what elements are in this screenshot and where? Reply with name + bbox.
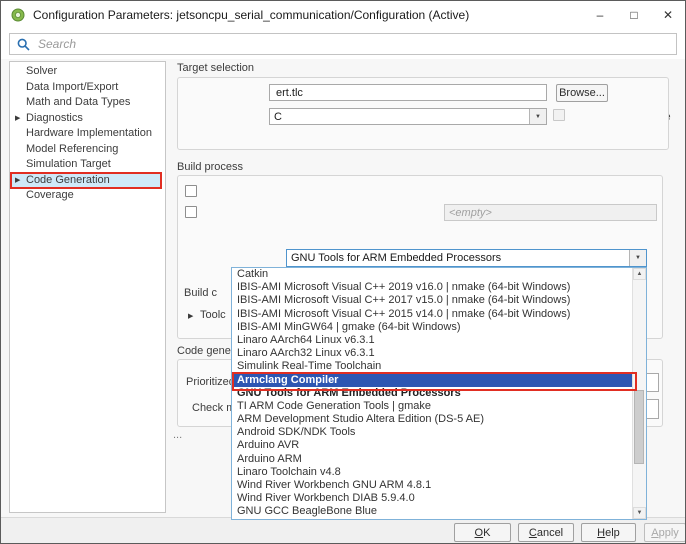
toolchain-option[interactable]: Armclang Compiler	[232, 373, 633, 387]
search-bar	[9, 33, 677, 55]
minimize-button[interactable]: –	[583, 1, 617, 29]
scroll-down-icon[interactable]: ▼	[633, 507, 646, 519]
maximize-button[interactable]: □	[617, 1, 651, 29]
toolchain-option[interactable]: Linaro AArch32 Linux v6.3.1	[232, 347, 633, 360]
sidebar-item-label: Code Generation	[26, 173, 110, 186]
toolchain-details-arrow-icon[interactable]: ▶	[188, 312, 193, 320]
toolchain-option[interactable]: Wind River Workbench GNU ARM 4.8.1	[232, 479, 633, 492]
search-input[interactable]	[36, 36, 676, 52]
sidebar-item-code-generation[interactable]: ▶ Code Generation	[10, 171, 162, 189]
scroll-up-icon[interactable]: ▲	[633, 268, 646, 280]
toolchain-option[interactable]: Arduino ARM	[232, 453, 633, 466]
zip-file-name-placeholder: <empty>	[449, 206, 492, 219]
toolchain-dropdown-items: Catkin IBIS-AMI Microsoft Visual C++ 2019…	[232, 268, 633, 519]
toolchain-option[interactable]: IBIS-AMI MinGW64 | gmake (64-bit Windows…	[232, 321, 633, 334]
sidebar-item-math-and-data-types[interactable]: Math and Data Types	[11, 95, 161, 111]
toolchain-option[interactable]: Linaro Toolchain v4.8	[232, 466, 633, 479]
generate-code-only-checkbox[interactable]	[185, 185, 197, 197]
window-title: Configuration Parameters: jetsoncpu_seri…	[33, 8, 470, 22]
target-selection-title: Target selection	[177, 62, 255, 74]
sidebar-item-label: Simulation Target	[26, 158, 111, 170]
toolchain-option[interactable]: Android SDK/NDK Tools	[232, 426, 633, 439]
toolchain-dropdown-list: Catkin IBIS-AMI Microsoft Visual C++ 2019…	[231, 267, 647, 520]
configuration-parameters-dialog: Configuration Parameters: jetsoncpu_seri…	[0, 0, 686, 544]
ellipsis-text: ...	[173, 429, 183, 441]
sidebar-item-label: Model Referencing	[26, 142, 119, 155]
tree-arrow-icon: ▶	[15, 114, 21, 122]
toolchain-option[interactable]: Linaro AArch64 Linux v6.3.1	[232, 334, 633, 347]
code-generation-section-label-partial: Code gener	[177, 345, 235, 357]
toolchain-details-label-partial: Toolc	[200, 309, 226, 321]
sidebar-item-coverage[interactable]: Coverage	[11, 188, 161, 204]
toolchain-option[interactable]: ARM Development Studio Altera Edition (D…	[232, 413, 633, 426]
check-model-label-partial: Check m	[192, 402, 236, 414]
close-button[interactable]: ✕	[651, 1, 685, 29]
sidebar-item-simulation-target[interactable]: Simulation Target	[11, 157, 161, 173]
toolchain-option[interactable]: Wind River Workbench DIAB 5.9.4.0	[232, 492, 633, 505]
sidebar-item-label: Diagnostics	[26, 111, 83, 124]
toolchain-option[interactable]: TI ARM Code Generation Tools | gmake	[232, 400, 633, 413]
toolchain-option[interactable]: Simulink Real-Time Toolchain	[232, 360, 633, 373]
browse-button[interactable]: Browse...	[556, 84, 608, 102]
sidebar-item-model-referencing[interactable]: Model Referencing	[11, 142, 161, 158]
sidebar-item-solver[interactable]: Solver	[11, 64, 161, 80]
toolchain-value: GNU Tools for ARM Embedded Processors	[291, 252, 502, 264]
toolchain-option[interactable]: IBIS-AMI Microsoft Visual C++ 2019 v16.0…	[232, 281, 633, 294]
sidebar-item-label: Hardware Implementation	[26, 127, 152, 139]
sidebar-item-label: Solver	[26, 65, 58, 77]
system-target-file-input[interactable]	[274, 85, 542, 100]
generate-gpu-code-checkbox	[553, 109, 565, 121]
language-combobox[interactable]: C ▼	[269, 108, 547, 125]
sidebar-item-label: Coverage	[26, 189, 74, 201]
toolchain-option[interactable]: Arduino AVR	[232, 439, 633, 452]
build-configuration-label-partial: Build c	[184, 287, 218, 299]
ok-button[interactable]: OK	[454, 523, 511, 542]
toolchain-option[interactable]: GNU GCC BeagleBone Blue	[232, 505, 633, 518]
search-icon	[17, 38, 30, 51]
cancel-button[interactable]: Cancel	[518, 523, 574, 542]
sidebar-list: Solver Data Import/Export Math and Data …	[9, 61, 166, 513]
system-target-file-field[interactable]	[269, 84, 547, 101]
sidebar-item-data-import-export[interactable]: Data Import/Export	[11, 80, 161, 96]
scrollbar-thumb[interactable]	[634, 390, 644, 464]
apply-button[interactable]: Apply	[644, 523, 685, 542]
sidebar-item-label: Math and Data Types	[26, 96, 131, 108]
language-value: C	[274, 110, 282, 123]
toolchain-option[interactable]: Catkin	[232, 268, 633, 281]
sidebar-item-label: Data Import/Export	[26, 80, 119, 93]
sidebar-item-diagnostics[interactable]: ▶ Diagnostics	[11, 111, 161, 127]
toolchain-option[interactable]: GNU Tools for ARM Embedded Processors	[232, 387, 633, 400]
language-dropdown-arrow-icon[interactable]: ▼	[529, 109, 546, 124]
build-process-title: Build process	[177, 161, 244, 173]
toolchain-option[interactable]: IBIS-AMI Microsoft Visual C++ 2015 v14.0…	[232, 308, 633, 321]
app-icon	[11, 8, 25, 22]
window-controls: – □ ✕	[583, 1, 685, 29]
toolchain-combobox[interactable]: GNU Tools for ARM Embedded Processors ▼	[286, 249, 647, 267]
tree-arrow-icon: ▶	[15, 176, 21, 184]
package-code-checkbox[interactable]	[185, 206, 197, 218]
title-bar: Configuration Parameters: jetsoncpu_seri…	[1, 1, 685, 29]
help-button[interactable]: Help	[581, 523, 636, 542]
prioritized-objectives-label-partial: Prioritized	[186, 376, 235, 388]
toolchain-dropdown-arrow-icon[interactable]: ▼	[629, 250, 646, 266]
toolchain-option[interactable]: IBIS-AMI Microsoft Visual C++ 2017 v15.0…	[232, 294, 633, 307]
zip-file-name-field: <empty>	[444, 204, 657, 221]
dropdown-scrollbar[interactable]: ▲ ▼	[632, 268, 646, 519]
sidebar-item-hardware-implementation[interactable]: Hardware Implementation	[11, 126, 161, 142]
